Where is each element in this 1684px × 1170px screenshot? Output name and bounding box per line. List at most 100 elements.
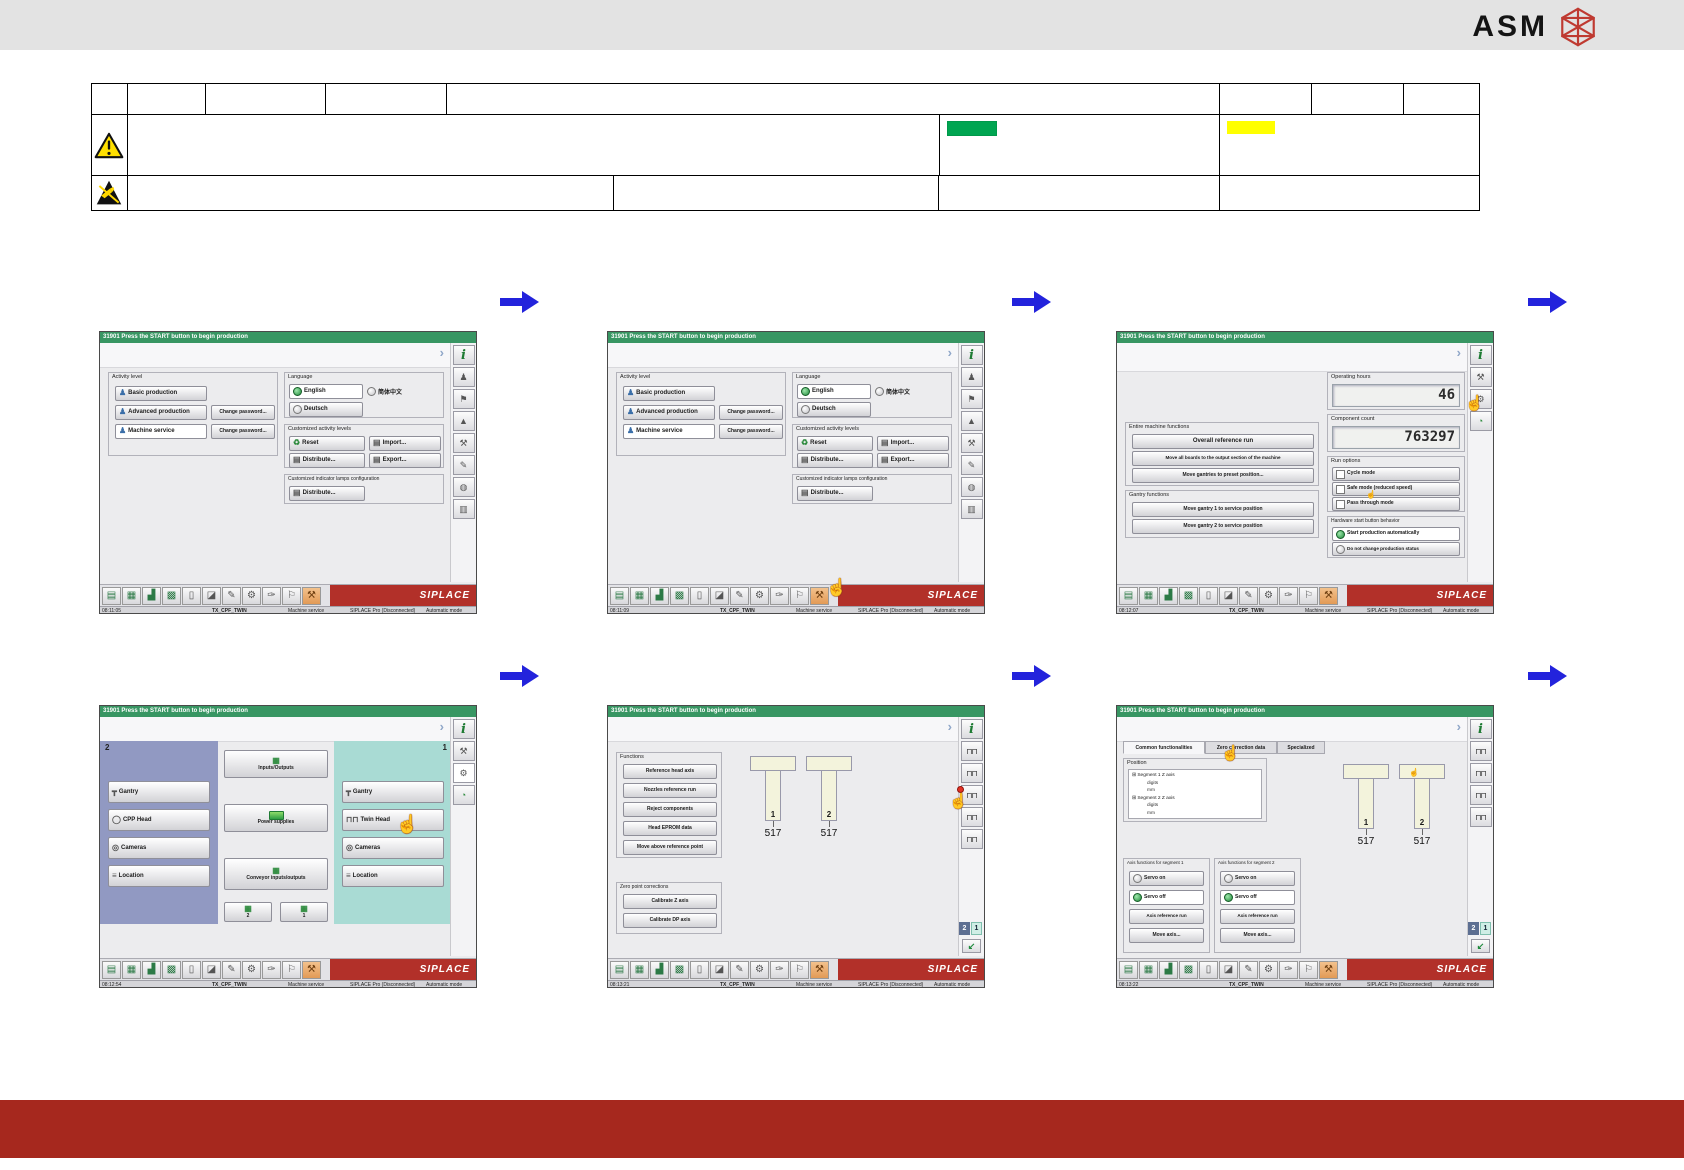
calibrate-z-axis-button[interactable]: Calibrate Z axis bbox=[623, 894, 717, 909]
pass-through-mode-checkbox[interactable]: Pass through mode bbox=[1332, 497, 1460, 511]
station-1-button[interactable]: 1 bbox=[971, 922, 982, 935]
toolbar-icon[interactable]: ✎ bbox=[222, 960, 241, 979]
toolbar-icon[interactable]: ▦ bbox=[1139, 960, 1158, 979]
sidebar-icon[interactable]: ◍ bbox=[960, 477, 983, 497]
move-boards-output-button[interactable]: Move all boards to the output section of… bbox=[1132, 451, 1314, 466]
info-icon[interactable]: i bbox=[452, 345, 475, 365]
dial-icon[interactable]: ◔ bbox=[1469, 411, 1492, 431]
toolbar-icon[interactable]: ✑ bbox=[1279, 960, 1298, 979]
toolbar-icon[interactable]: ⚙ bbox=[1259, 586, 1278, 605]
service-tools-icon[interactable]: ⚒ bbox=[1469, 367, 1492, 387]
toolbar-icon[interactable]: ▟ bbox=[142, 586, 161, 605]
toolbar-icon[interactable]: ✑ bbox=[770, 960, 789, 979]
head-view-icon[interactable]: ⊓⊓ bbox=[1469, 807, 1492, 827]
station-2-button[interactable]: 2 bbox=[959, 922, 970, 935]
toolbar-icon[interactable]: ✎ bbox=[222, 586, 241, 605]
info-icon[interactable]: i bbox=[960, 719, 983, 739]
toolbar-icon[interactable]: ✑ bbox=[770, 586, 789, 605]
toolbar-icon[interactable]: ▤ bbox=[1119, 960, 1138, 979]
tree-node[interactable]: ⊞ Segment 1 Z axis bbox=[1132, 772, 1261, 780]
toolbar-icon[interactable]: ▯ bbox=[1199, 960, 1218, 979]
toolbar-icon[interactable]: ▦ bbox=[122, 960, 141, 979]
basic-production-button[interactable]: ♟ Basic production bbox=[623, 386, 715, 401]
overall-reference-run-button[interactable]: Overall reference run bbox=[1132, 434, 1314, 449]
change-password-button[interactable]: Change password... bbox=[211, 424, 275, 439]
toolbar-icon[interactable]: ▦ bbox=[1139, 586, 1158, 605]
tree-leaf[interactable]: mm bbox=[1132, 787, 1261, 795]
info-icon[interactable]: i bbox=[1469, 345, 1492, 365]
servo-on-radio[interactable]: Servo on bbox=[1220, 871, 1295, 886]
toolbar-icon[interactable]: ▩ bbox=[162, 586, 181, 605]
export-button[interactable]: ▤ Export... bbox=[369, 453, 441, 468]
toolbar-icon[interactable]: ▩ bbox=[670, 960, 689, 979]
sidebar-icon[interactable]: ⚑ bbox=[452, 389, 475, 409]
toolbar-icon[interactable]: ▟ bbox=[142, 960, 161, 979]
gantry-2-service-position-button[interactable]: Move gantry 2 to service position bbox=[1132, 519, 1314, 534]
toolbar-icon[interactable]: ✎ bbox=[1239, 960, 1258, 979]
toolbar-icon[interactable]: ✎ bbox=[730, 586, 749, 605]
toolbar-icon[interactable]: ▦ bbox=[630, 586, 649, 605]
toolbar-icon[interactable]: ⚐ bbox=[282, 960, 301, 979]
toolbar-icon[interactable]: ✑ bbox=[262, 586, 281, 605]
sidebar-icon[interactable]: ♟ bbox=[960, 367, 983, 387]
machine-service-button[interactable]: ♟ Machine service bbox=[115, 424, 207, 439]
toolbar-icon[interactable]: ◪ bbox=[1219, 960, 1238, 979]
sidebar-icon[interactable]: ⚒ bbox=[960, 433, 983, 453]
head-view-icon[interactable]: ⊓⊓ bbox=[960, 763, 983, 783]
toolbar-icon[interactable]: ▩ bbox=[1179, 960, 1198, 979]
toolbar-icon[interactable]: ▦ bbox=[630, 960, 649, 979]
sidebar-icon[interactable]: ▥ bbox=[960, 499, 983, 519]
distribute-lamps-button[interactable]: ▤ Distribute... bbox=[797, 486, 873, 501]
machine-service-button[interactable]: ♟ Machine service bbox=[623, 424, 715, 439]
exit-icon[interactable]: ↙ bbox=[1471, 939, 1490, 953]
location-button[interactable]: ≡ Location bbox=[342, 865, 444, 887]
toolbar-icon[interactable]: ▩ bbox=[162, 960, 181, 979]
distribute-lamps-button[interactable]: ▤ Distribute... bbox=[289, 486, 365, 501]
toolbar-icon[interactable]: ◪ bbox=[710, 586, 729, 605]
station-2-small-button[interactable]: ▦ 2 bbox=[224, 902, 272, 922]
position-tree[interactable]: ⊞ Segment 1 Z axis digits mm ⊞ Segment 2… bbox=[1128, 769, 1262, 819]
toolbar-icon[interactable]: ⚒ bbox=[302, 586, 321, 605]
change-password-button[interactable]: Change password... bbox=[719, 405, 783, 420]
move-axis-button[interactable]: Move axis... bbox=[1129, 928, 1204, 943]
toolbar-icon[interactable]: ▯ bbox=[690, 960, 709, 979]
info-icon[interactable]: i bbox=[452, 719, 475, 739]
head-eprom-data-button[interactable]: Head EPROM data bbox=[623, 821, 717, 836]
sidebar-icon[interactable]: ✎ bbox=[452, 455, 475, 475]
toolbar-icon[interactable]: ▩ bbox=[1179, 586, 1198, 605]
advanced-production-button[interactable]: ♟ Advanced production bbox=[623, 405, 715, 420]
toolbar-icon[interactable]: ▯ bbox=[1199, 586, 1218, 605]
sidebar-icon[interactable]: ▥ bbox=[452, 499, 475, 519]
toolbar-icon[interactable]: ⚒ bbox=[810, 960, 829, 979]
move-above-reference-point-button[interactable]: Move above reference point bbox=[623, 840, 717, 855]
toolbar-icon[interactable]: ▤ bbox=[102, 960, 121, 979]
sidebar-icon[interactable]: ▲ bbox=[452, 411, 475, 431]
head-view-icon[interactable]: ⊓⊓ bbox=[1469, 763, 1492, 783]
servo-off-radio[interactable]: Servo off bbox=[1220, 890, 1295, 905]
toolbar-icon[interactable]: ⚐ bbox=[1299, 960, 1318, 979]
export-button[interactable]: ▤ Export... bbox=[877, 453, 949, 468]
language-german-button[interactable]: Deutsch bbox=[797, 402, 871, 417]
toolbar-icon[interactable]: ✎ bbox=[1239, 586, 1258, 605]
import-button[interactable]: ▤ Import... bbox=[369, 436, 441, 451]
head-view-icon[interactable]: ⊓⊓ bbox=[1469, 785, 1492, 805]
tree-leaf[interactable]: digits bbox=[1132, 802, 1261, 810]
tree-node[interactable]: ⊞ Segment 2 Z axis bbox=[1132, 795, 1261, 803]
exit-icon[interactable]: ↙ bbox=[962, 939, 981, 953]
toolbar-icon[interactable]: ✑ bbox=[262, 960, 281, 979]
axis-reference-run-button[interactable]: Axis reference run bbox=[1129, 909, 1204, 924]
toolbar-icon[interactable]: ⚐ bbox=[790, 960, 809, 979]
language-german-button[interactable]: Deutsch bbox=[289, 402, 363, 417]
sidebar-icon[interactable]: ▲ bbox=[960, 411, 983, 431]
head-view-icon[interactable]: ⊓⊓ bbox=[960, 829, 983, 849]
reset-button[interactable]: ♻ Reset bbox=[797, 436, 873, 451]
reset-button[interactable]: ♻ Reset bbox=[289, 436, 365, 451]
advanced-production-button[interactable]: ♟ Advanced production bbox=[115, 405, 207, 420]
head-view-icon[interactable]: ⊓⊓ bbox=[960, 741, 983, 761]
toolbar-icon[interactable]: ⚙ bbox=[750, 960, 769, 979]
move-axis-button[interactable]: Move axis... bbox=[1220, 928, 1295, 943]
toolbar-icon[interactable]: ▟ bbox=[1159, 586, 1178, 605]
toolbar-icon[interactable]: ⚐ bbox=[1299, 586, 1318, 605]
sidebar-icon[interactable]: ✎ bbox=[960, 455, 983, 475]
tab-common-functionalities[interactable]: Common functionalities bbox=[1123, 741, 1205, 754]
